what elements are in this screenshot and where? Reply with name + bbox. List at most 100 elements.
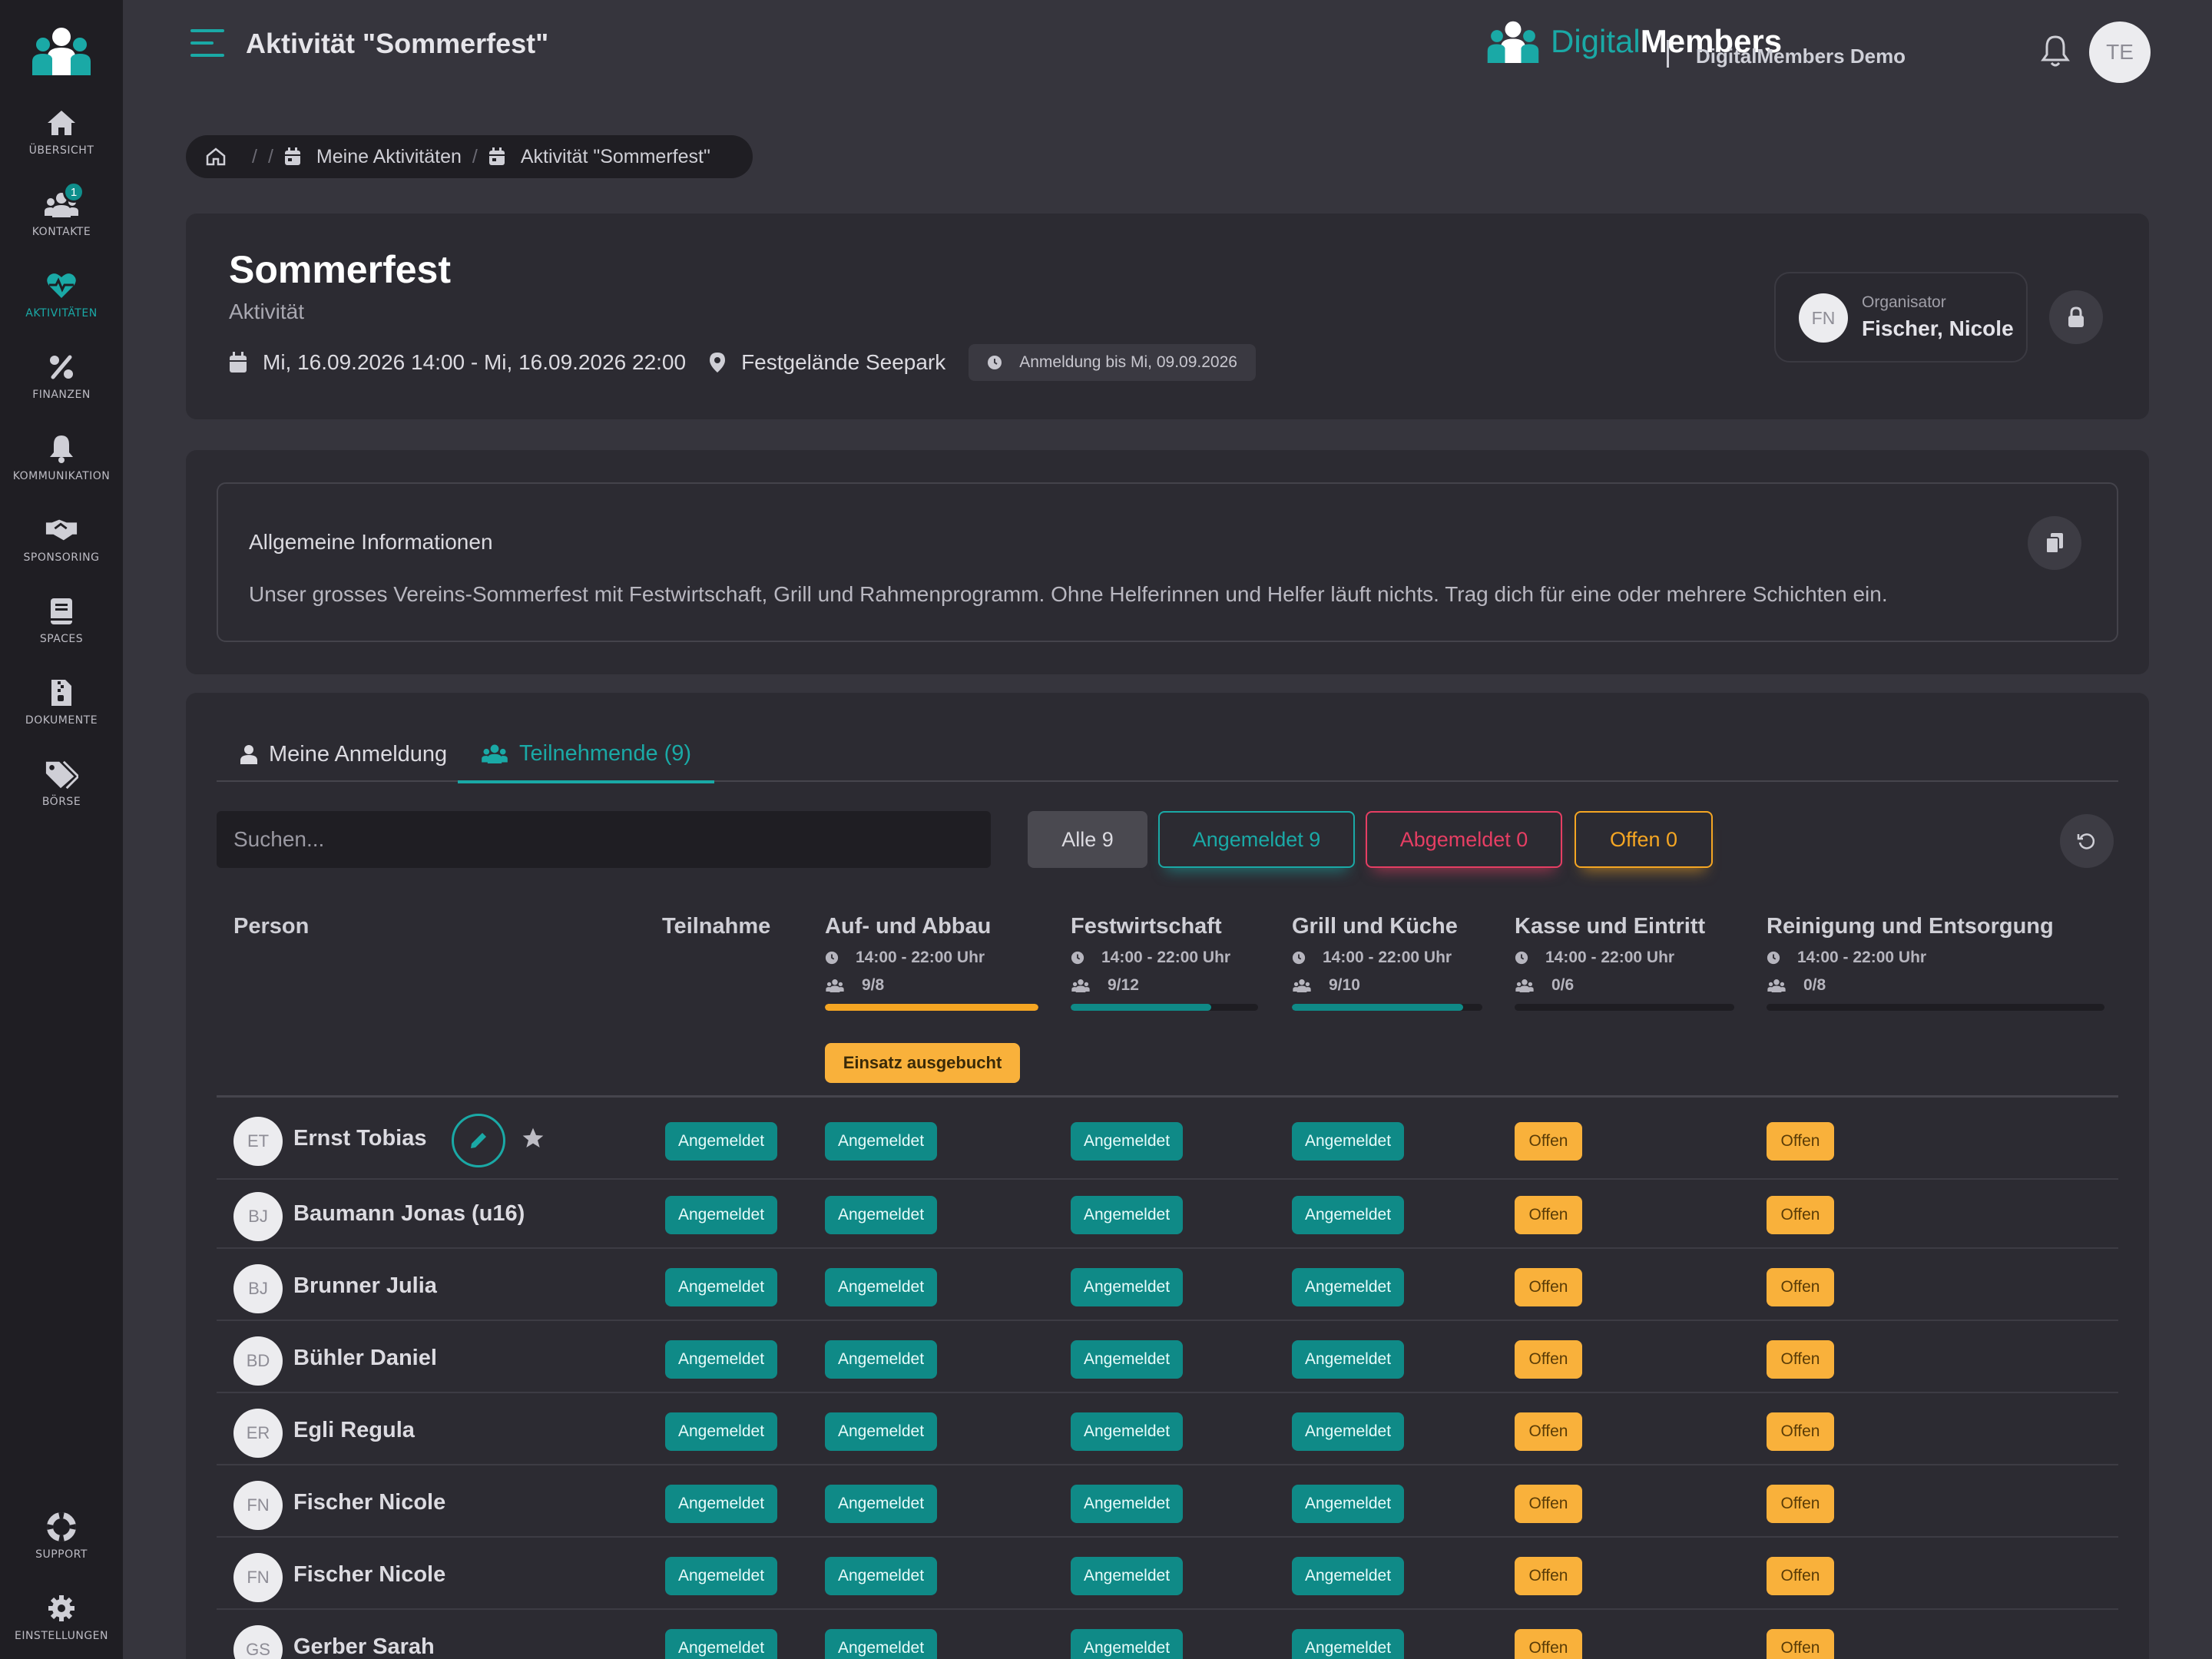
status-registered-pill[interactable]: Angemeldet (1292, 1485, 1404, 1523)
status-registered-pill[interactable]: Angemeldet (825, 1196, 937, 1234)
participant-name[interactable]: Ernst Tobias (293, 1126, 427, 1151)
organization-name[interactable]: DigitalMembers Demo (1696, 45, 1906, 68)
search-input[interactable] (217, 811, 991, 868)
status-open-pill[interactable]: Offen (1767, 1196, 1834, 1234)
status-registered-pill[interactable]: Angemeldet (665, 1122, 777, 1161)
status-registered-pill[interactable]: Angemeldet (665, 1412, 777, 1451)
participant-name[interactable]: Bühler Daniel (293, 1346, 437, 1371)
table-row[interactable]: BJ Baumann Jonas (u16) Angemeldet Angemelde… (217, 1177, 2118, 1249)
status-registered-pill[interactable]: Angemeldet (1292, 1557, 1404, 1595)
participant-name[interactable]: Baumann Jonas (u16) (293, 1201, 525, 1227)
status-registered-pill[interactable]: Angemeldet (825, 1340, 937, 1379)
participant-name[interactable]: Gerber Sarah (293, 1634, 435, 1659)
sidebar-item-finanzen[interactable]: FINANZEN (0, 350, 123, 419)
organizer-card[interactable]: FN Organisator Fischer, Nicole (1774, 272, 2028, 363)
status-registered-pill[interactable]: Angemeldet (1292, 1268, 1404, 1306)
sidebar-item-dokumente[interactable]: DOKUMENTE (0, 676, 123, 745)
sidebar-item-aktivitaeten[interactable]: AKTIVITÄTEN (0, 269, 123, 338)
event-location[interactable]: Festgelände Seepark (709, 350, 945, 375)
status-registered-pill[interactable]: Angemeldet (665, 1340, 777, 1379)
status-registered-pill[interactable]: Angemeldet (1071, 1122, 1183, 1161)
status-open-pill[interactable]: Offen (1515, 1196, 1582, 1234)
status-registered-pill[interactable]: Angemeldet (665, 1557, 777, 1595)
status-registered-pill[interactable]: Angemeldet (1292, 1412, 1404, 1451)
sidebar-item-sponsoring[interactable]: SPONSORING (0, 513, 123, 582)
status-registered-pill[interactable]: Angemeldet (665, 1268, 777, 1306)
shift-progress-fill (825, 1004, 1038, 1011)
status-registered-pill[interactable]: Angemeldet (1071, 1268, 1183, 1306)
sidebar-item-einstellungen[interactable]: EINSTELLUNGEN (0, 1591, 123, 1659)
tab-participants[interactable]: Teilnehmende (9) (458, 727, 715, 783)
status-open-pill[interactable]: Offen (1767, 1485, 1834, 1523)
filter-registered-button[interactable]: Angemeldet 9 (1158, 811, 1355, 868)
status-open-pill[interactable]: Offen (1767, 1340, 1834, 1379)
user-avatar[interactable]: TE (2089, 22, 2151, 83)
menu-toggle-icon[interactable] (190, 29, 224, 60)
status-registered-pill[interactable]: Angemeldet (665, 1196, 777, 1234)
status-registered-pill[interactable]: Angemeldet (1071, 1557, 1183, 1595)
status-registered-pill[interactable]: Angemeldet (665, 1629, 777, 1659)
status-open-pill[interactable]: Offen (1767, 1557, 1834, 1595)
status-registered-pill[interactable]: Angemeldet (825, 1629, 937, 1659)
table-row[interactable]: FN Fischer Nicole Angemeldet Angemeldet Ange… (217, 1538, 2118, 1610)
table-row[interactable]: BJ Brunner Julia Angemeldet Angemeldet Angem… (217, 1249, 2118, 1321)
sidebar-item-kommunikation[interactable]: KOMMUNIKATION (0, 432, 123, 501)
edit-registration-button[interactable] (452, 1114, 505, 1167)
table-row[interactable]: ET Ernst Tobias Angemeldet Angemeldet Angeme… (217, 1101, 2118, 1180)
sidebar-item-uebersicht[interactable]: ÜBERSICHT (0, 106, 123, 175)
filter-all-button[interactable]: Alle 9 (1028, 811, 1147, 868)
star-icon[interactable] (521, 1126, 545, 1154)
status-registered-pill[interactable]: Angemeldet (825, 1485, 937, 1523)
filter-deregistered-button[interactable]: Abgemeldet 0 (1366, 811, 1562, 868)
status-open-pill[interactable]: Offen (1515, 1340, 1582, 1379)
breadcrumb-my-activities[interactable]: Meine Aktivitäten (284, 146, 462, 168)
shift-header: Reinigung und Entsorgung 14:00 - 22:00 Uh… (1767, 914, 2104, 1011)
copy-button[interactable] (2028, 516, 2081, 570)
status-registered-pill[interactable]: Angemeldet (665, 1485, 777, 1523)
status-registered-pill[interactable]: Angemeldet (1071, 1196, 1183, 1234)
filter-open-button[interactable]: Offen 0 (1575, 811, 1713, 868)
status-registered-pill[interactable]: Angemeldet (825, 1122, 937, 1161)
tab-bar: Meine Anmeldung Teilnehmende (9) (217, 727, 2118, 783)
status-open-pill[interactable]: Offen (1767, 1629, 1834, 1659)
breadcrumb-home[interactable] (206, 147, 241, 166)
status-open-pill[interactable]: Offen (1767, 1268, 1834, 1306)
status-registered-pill[interactable]: Angemeldet (1292, 1340, 1404, 1379)
tab-my-registration[interactable]: Meine Anmeldung (217, 727, 470, 782)
status-registered-pill[interactable]: Angemeldet (1071, 1412, 1183, 1451)
sidebar-item-spaces[interactable]: SPACES (0, 594, 123, 664)
participant-name[interactable]: Fischer Nicole (293, 1490, 445, 1515)
status-open-pill[interactable]: Offen (1515, 1557, 1582, 1595)
status-registered-pill[interactable]: Angemeldet (1071, 1485, 1183, 1523)
status-open-pill[interactable]: Offen (1767, 1412, 1834, 1451)
status-registered-pill[interactable]: Angemeldet (1071, 1340, 1183, 1379)
status-registered-pill[interactable]: Angemeldet (825, 1412, 937, 1451)
status-open-pill[interactable]: Offen (1515, 1485, 1582, 1523)
status-open-pill[interactable]: Offen (1515, 1629, 1582, 1659)
status-open-pill[interactable]: Offen (1515, 1412, 1582, 1451)
reset-filter-button[interactable] (2060, 814, 2114, 868)
status-registered-pill[interactable]: Angemeldet (1292, 1122, 1404, 1161)
status-open-pill[interactable]: Offen (1515, 1268, 1582, 1306)
status-registered-pill[interactable]: Angemeldet (1292, 1196, 1404, 1234)
status-registered-pill[interactable]: Angemeldet (1071, 1629, 1183, 1659)
notifications-bell-icon[interactable] (2040, 34, 2074, 71)
table-row[interactable]: FN Fischer Nicole Angemeldet Angemeldet Ange… (217, 1465, 2118, 1538)
breadcrumb-current[interactable]: Aktivität "Sommerfest" (488, 146, 710, 168)
table-row[interactable]: ER Egli Regula Angemeldet Angemeldet Angemel… (217, 1393, 2118, 1465)
lock-button[interactable] (2049, 290, 2103, 344)
app-logo-icon[interactable] (31, 26, 92, 75)
sidebar-item-boerse[interactable]: BÖRSE (0, 757, 123, 826)
sidebar-item-kontakte[interactable]: 1 KONTAKTE (0, 181, 123, 257)
status-registered-pill[interactable]: Angemeldet (1292, 1629, 1404, 1659)
participant-name[interactable]: Egli Regula (293, 1418, 415, 1443)
status-registered-pill[interactable]: Angemeldet (825, 1268, 937, 1306)
table-row[interactable]: GS Gerber Sarah Angemeldet Angemeldet Angeme… (217, 1610, 2118, 1659)
status-registered-pill[interactable]: Angemeldet (825, 1557, 937, 1595)
status-open-pill[interactable]: Offen (1515, 1122, 1582, 1161)
participant-name[interactable]: Fischer Nicole (293, 1562, 445, 1588)
table-row[interactable]: BD Bühler Daniel Angemeldet Angemeldet Angem… (217, 1321, 2118, 1393)
sidebar-item-support[interactable]: SUPPORT (0, 1510, 123, 1579)
participant-name[interactable]: Brunner Julia (293, 1273, 437, 1299)
status-open-pill[interactable]: Offen (1767, 1122, 1834, 1161)
